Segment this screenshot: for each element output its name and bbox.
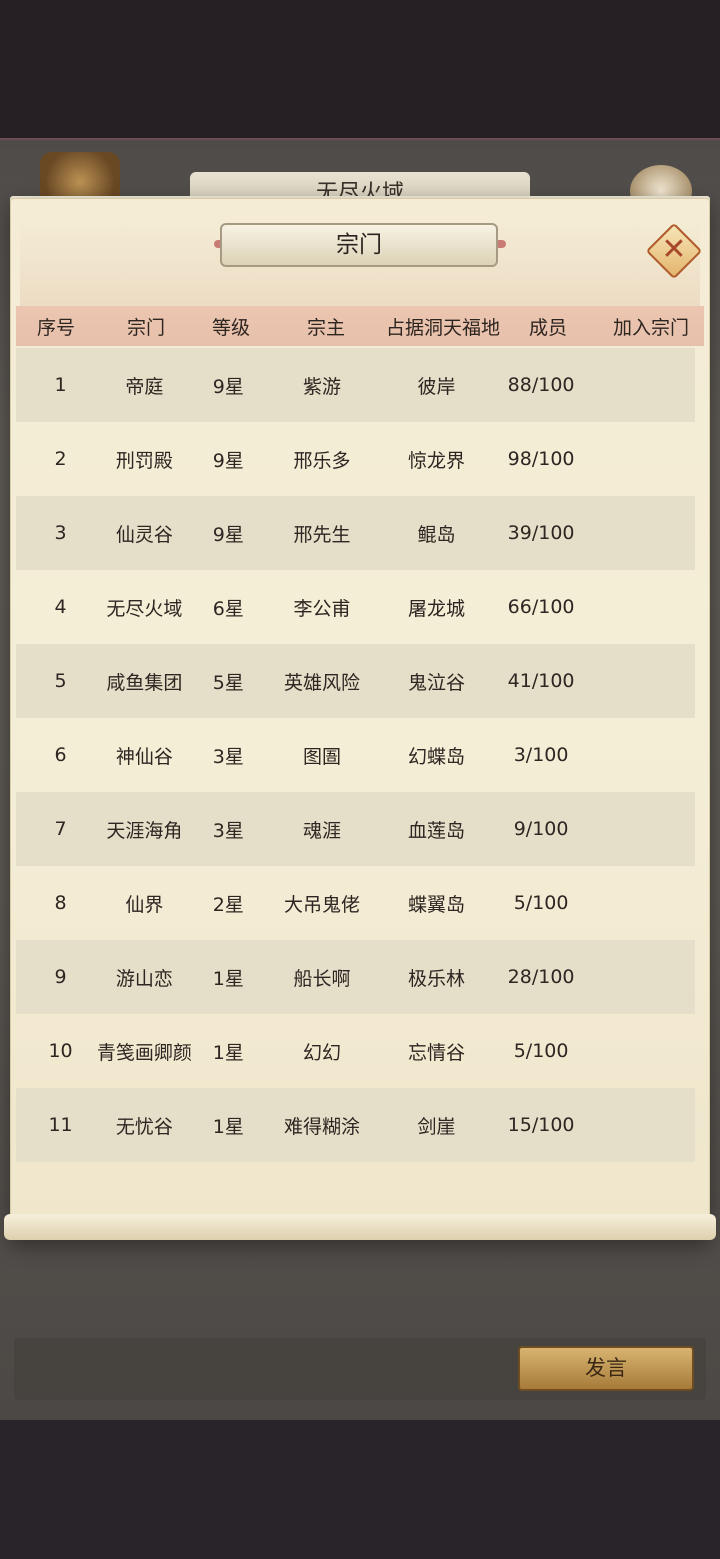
row-level: 1星 <box>212 1041 244 1064</box>
row-sect: 仙界 <box>125 893 164 916</box>
row-index: 3 <box>54 522 67 544</box>
dialog-title: 宗门 <box>220 223 498 267</box>
row-territory: 剑崖 <box>417 1115 456 1138</box>
row-index: 9 <box>54 966 67 988</box>
row-members: 5/100 <box>513 892 569 914</box>
row-index: 7 <box>54 818 67 840</box>
table-row[interactable]: 2 刑罚殿 9星 邢乐多 惊龙界 98/100 <box>16 422 695 496</box>
row-sect: 天涯海角 <box>106 819 183 842</box>
close-button[interactable]: ✕ <box>645 222 703 280</box>
table-row[interactable]: 5 咸鱼集团 5星 英雄风险 鬼泣谷 41/100 <box>16 644 695 718</box>
row-members: 88/100 <box>507 374 575 396</box>
table-row[interactable]: 10 青笺画卿颜 1星 幻幻 忘情谷 5/100 <box>16 1014 695 1088</box>
send-button[interactable]: 发言 <box>518 1346 694 1391</box>
row-territory: 鬼泣谷 <box>407 671 465 694</box>
bottom-dark-area <box>0 1420 720 1559</box>
header-members: 成员 <box>528 316 567 339</box>
row-sect: 青笺画卿颜 <box>96 1041 192 1064</box>
header-join: 加入宗门 <box>612 316 689 339</box>
header-index: 序号 <box>36 316 75 339</box>
row-sect: 神仙谷 <box>115 745 173 768</box>
row-members: 15/100 <box>507 1114 575 1136</box>
row-members: 9/100 <box>513 818 569 840</box>
row-members: 66/100 <box>507 596 575 618</box>
table-row[interactable]: 9 游山恋 1星 船长啊 极乐林 28/100 <box>16 940 695 1014</box>
row-territory: 幻蝶岛 <box>407 745 465 768</box>
scroll-rod-bottom <box>4 1214 716 1240</box>
row-territory: 彼岸 <box>417 375 456 398</box>
row-leader: 邢先生 <box>293 523 351 546</box>
row-index: 10 <box>48 1040 73 1062</box>
row-territory: 鲲岛 <box>417 523 456 546</box>
row-leader: 难得糊涂 <box>284 1115 361 1138</box>
header-territory: 占据洞天福地 <box>386 316 501 339</box>
table-row[interactable]: 3 仙灵谷 9星 邢先生 鲲岛 39/100 <box>16 496 695 570</box>
row-leader: 李公甫 <box>293 597 351 620</box>
row-leader: 船长啊 <box>293 967 351 990</box>
row-sect: 仙灵谷 <box>115 523 173 546</box>
header-level: 等级 <box>211 316 250 339</box>
row-sect: 刑罚殿 <box>115 449 173 472</box>
header-sect: 宗门 <box>126 316 165 339</box>
row-level: 3星 <box>212 745 244 768</box>
row-leader: 邢乐多 <box>293 449 351 472</box>
row-level: 6星 <box>212 597 244 620</box>
row-level: 9星 <box>212 449 244 472</box>
row-index: 4 <box>54 596 67 618</box>
row-leader: 紫游 <box>303 375 342 398</box>
row-sect: 咸鱼集团 <box>106 671 183 694</box>
row-index: 5 <box>54 670 67 692</box>
row-sect: 无忧谷 <box>115 1115 173 1138</box>
sect-table-body: 1 帝庭 9星 紫游 彼岸 88/100 2 刑罚殿 9星 邢乐多 惊龙界 98… <box>16 348 695 1162</box>
row-level: 2星 <box>212 893 244 916</box>
row-leader: 大吊鬼佬 <box>284 893 361 916</box>
table-row[interactable]: 7 天涯海角 3星 魂涯 血莲岛 9/100 <box>16 792 695 866</box>
close-icon: ✕ <box>661 232 687 267</box>
row-leader: 图圄 <box>303 745 342 768</box>
row-sect: 帝庭 <box>125 375 164 398</box>
row-leader: 英雄风险 <box>284 671 361 694</box>
row-members: 3/100 <box>513 744 569 766</box>
top-dark-area <box>0 0 720 140</box>
table-header: 序号 宗门 等级 宗主 占据洞天福地 成员 加入宗门 <box>16 306 704 346</box>
table-row[interactable]: 8 仙界 2星 大吊鬼佬 蝶翼岛 5/100 <box>16 866 695 940</box>
row-members: 39/100 <box>507 522 575 544</box>
row-index: 11 <box>48 1114 73 1136</box>
row-index: 8 <box>54 892 67 914</box>
row-index: 2 <box>54 448 67 470</box>
row-members: 5/100 <box>513 1040 569 1062</box>
row-members: 41/100 <box>507 670 575 692</box>
row-level: 5星 <box>212 671 244 694</box>
row-index: 6 <box>54 744 67 766</box>
header-leader: 宗主 <box>306 316 345 339</box>
row-territory: 血莲岛 <box>407 819 465 842</box>
table-row[interactable]: 6 神仙谷 3星 图圄 幻蝶岛 3/100 <box>16 718 695 792</box>
row-members: 98/100 <box>507 448 575 470</box>
row-level: 1星 <box>212 1115 244 1138</box>
row-level: 9星 <box>212 523 244 546</box>
row-territory: 蝶翼岛 <box>407 893 465 916</box>
row-leader: 幻幻 <box>303 1041 342 1064</box>
row-level: 9星 <box>212 375 244 398</box>
row-level: 1星 <box>212 967 244 990</box>
row-members: 28/100 <box>507 966 575 988</box>
table-row[interactable]: 11 无忧谷 1星 难得糊涂 剑崖 15/100 <box>16 1088 695 1162</box>
row-leader: 魂涯 <box>303 819 342 842</box>
row-index: 1 <box>54 374 67 396</box>
row-territory: 惊龙界 <box>407 449 465 472</box>
table-row[interactable]: 1 帝庭 9星 紫游 彼岸 88/100 <box>16 348 695 422</box>
row-sect: 无尽火域 <box>106 597 183 620</box>
row-territory: 屠龙城 <box>407 597 465 620</box>
row-territory: 极乐林 <box>407 967 465 990</box>
row-territory: 忘情谷 <box>407 1041 465 1064</box>
row-sect: 游山恋 <box>115 967 173 990</box>
row-level: 3星 <box>212 819 244 842</box>
table-row[interactable]: 4 无尽火域 6星 李公甫 屠龙城 66/100 <box>16 570 695 644</box>
